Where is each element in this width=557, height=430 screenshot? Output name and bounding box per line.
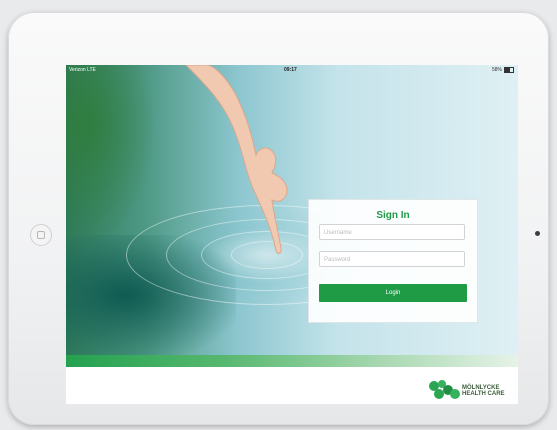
footer: MÖLNLYCKE HEALTH CARE — [66, 367, 518, 404]
molnlycke-logo-icon — [429, 380, 460, 399]
status-bar: Verizon LTE 09:17 58% — [66, 65, 518, 75]
tablet-frame: Verizon LTE 09:17 58% Sign In Username P… — [8, 12, 549, 425]
clock-label: 09:17 — [284, 67, 297, 73]
hand-illustration — [186, 65, 288, 254]
battery-percent: 58% — [491, 67, 502, 73]
carrier-label: Verizon LTE — [69, 67, 96, 73]
brand-line-2: HEALTH CARE — [462, 391, 505, 397]
brand-wordmark: MÖLNLYCKE HEALTH CARE — [462, 385, 505, 397]
app-screen: Verizon LTE 09:17 58% Sign In Username P… — [66, 65, 518, 404]
molnlycke-logo: MÖLNLYCKE HEALTH CARE — [428, 378, 514, 402]
login-button[interactable]: Login — [319, 284, 467, 302]
sign-in-title: Sign In — [376, 210, 410, 221]
camera-icon — [535, 231, 540, 236]
username-field[interactable]: Username — [319, 224, 465, 240]
brand-green-bar — [66, 355, 518, 367]
sign-in-panel: Sign In Username Password Login — [308, 199, 478, 323]
home-button-icon[interactable] — [30, 224, 52, 246]
password-field[interactable]: Password — [319, 251, 465, 267]
battery-icon — [504, 67, 514, 73]
battery-status: 58% — [492, 67, 514, 73]
